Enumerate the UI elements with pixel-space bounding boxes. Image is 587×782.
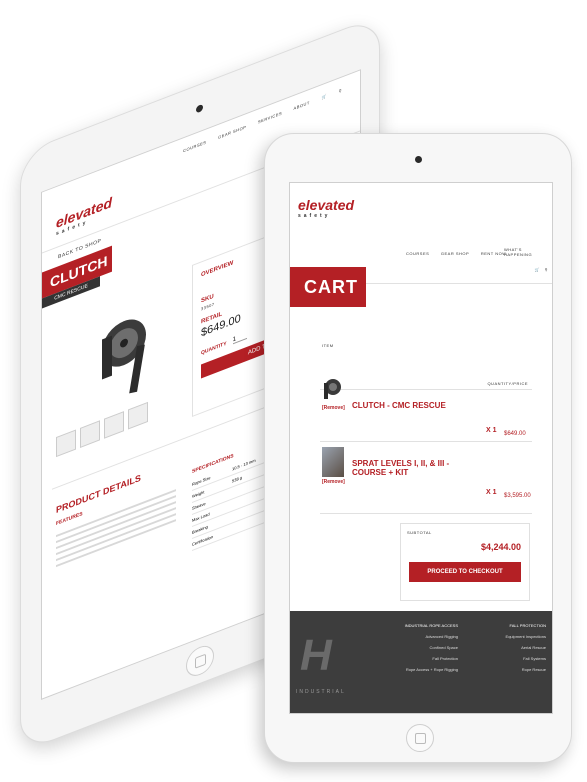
- search-icon[interactable]: ⚲: [545, 267, 548, 272]
- front-tablet-frame: elevated safety COURSES GEAR SHOP RENT N…: [264, 133, 572, 763]
- cart-item-name[interactable]: SPRAT LEVELS I, II, & III - COURSE + KIT: [352, 459, 462, 477]
- footer-link[interactable]: Fall Systems: [466, 656, 546, 661]
- cart-item-name[interactable]: CLUTCH - CMC RESCUE: [352, 401, 446, 410]
- product-image: [102, 319, 146, 394]
- nav-courses[interactable]: COURSES: [406, 251, 429, 256]
- search-icon[interactable]: ⚲: [339, 87, 342, 93]
- quantity-input[interactable]: 1: [232, 332, 247, 345]
- cart-page-screen: elevated safety COURSES GEAR SHOP RENT N…: [289, 182, 553, 714]
- logo[interactable]: elevated safety: [298, 197, 354, 219]
- subtotal-label: SUBTOTAL: [407, 530, 432, 535]
- cart-item-price: $3,595.00: [504, 493, 531, 499]
- items-label: ITEM: [322, 343, 334, 348]
- cart-item-qty: X 1: [486, 489, 497, 496]
- front-tablet: elevated safety COURSES GEAR SHOP RENT N…: [264, 133, 572, 763]
- footer-col2-title: FALL PROTECTION: [509, 623, 546, 628]
- remove-link[interactable]: [Remove]: [322, 405, 345, 411]
- footer-link[interactable]: Aerial Rescue: [466, 645, 546, 650]
- quantity-price-label: QUANTITY/PRICE: [487, 381, 528, 386]
- top-nav: COURSES GEAR SHOP RENT NOW: [406, 251, 517, 256]
- footer: H INDUSTRIAL INDUSTRIAL ROPE ACCESS Adva…: [290, 611, 552, 713]
- logo-sub: safety: [298, 213, 331, 219]
- logo-brand: elevated: [298, 197, 355, 213]
- cart-icon[interactable]: 🛒: [321, 93, 326, 100]
- footer-link[interactable]: Rope Rescue: [466, 667, 546, 672]
- cart-title: CART: [290, 267, 366, 307]
- footer-link[interactable]: Confined Space: [388, 645, 458, 650]
- item-thumbnail: [322, 447, 344, 477]
- home-button-icon[interactable]: [186, 641, 214, 681]
- checkout-button[interactable]: PROCEED TO CHECKOUT: [409, 562, 521, 582]
- remove-link[interactable]: [Remove]: [322, 479, 345, 485]
- nav-about[interactable]: ABOUT: [294, 100, 310, 111]
- logo[interactable]: elevated safety: [56, 194, 112, 238]
- cart-icon[interactable]: 🛒: [535, 267, 540, 272]
- footer-link[interactable]: Equipment Inspections: [466, 634, 546, 639]
- nav-gear-shop[interactable]: GEAR SHOP: [441, 251, 469, 256]
- subtotal-box: SUBTOTAL $4,244.00 PROCEED TO CHECKOUT: [400, 523, 530, 601]
- nav-gear-shop[interactable]: GEAR SHOP: [218, 124, 246, 140]
- footer-link[interactable]: Advanced Rigging: [388, 634, 458, 639]
- nav-courses[interactable]: COURSES: [183, 139, 206, 153]
- cart-item-qty: X 1: [486, 427, 497, 434]
- camera-icon: [415, 156, 422, 163]
- nav-whats-happening[interactable]: WHAT'S HAPPENING: [504, 247, 534, 257]
- footer-col1: INDUSTRIAL ROPE ACCESS Advanced Rigging …: [388, 623, 458, 678]
- home-button-icon[interactable]: [406, 724, 434, 752]
- subtotal-value: $4,244.00: [480, 542, 521, 552]
- nav-services[interactable]: SERVICES: [258, 110, 282, 124]
- footer-col2: FALL PROTECTION Equipment Inspections Ae…: [466, 623, 546, 678]
- camera-icon: [196, 103, 203, 114]
- footer-brand: INDUSTRIAL: [296, 689, 346, 695]
- footer-link[interactable]: Fall Protection: [388, 656, 458, 661]
- footer-col1-title: INDUSTRIAL ROPE ACCESS: [404, 623, 458, 628]
- cart-item-price: $649.00: [504, 431, 526, 437]
- quantity-label: QUANTITY: [201, 340, 227, 357]
- footer-link[interactable]: Rope Access + Rope Rigging: [388, 667, 458, 672]
- thumbnail[interactable]: [56, 429, 76, 458]
- footer-logo-icon: H: [300, 631, 332, 680]
- nav-rent-now[interactable]: RENT NOW: [481, 251, 507, 256]
- item-thumbnail: [324, 379, 341, 399]
